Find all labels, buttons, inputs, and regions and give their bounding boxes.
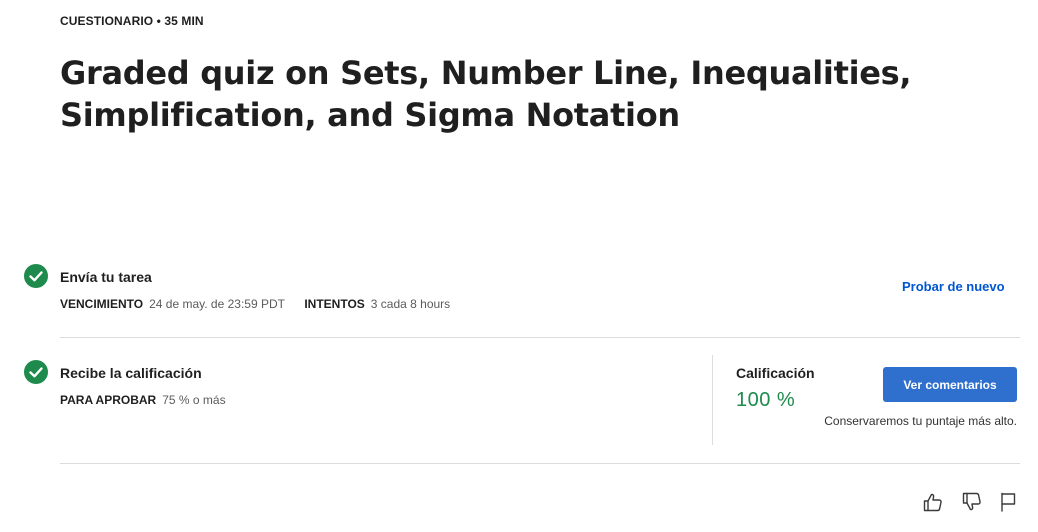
item-type-duration: CUESTIONARIO • 35 MIN — [60, 14, 204, 28]
check-circle-icon — [24, 360, 48, 384]
grade-label: Calificación — [736, 365, 815, 381]
retry-button[interactable]: Probar de nuevo — [902, 279, 1005, 294]
attempts-value: 3 cada 8 hours — [370, 297, 451, 311]
pass-label: PARA APROBAR — [60, 393, 157, 407]
attempts-label: INTENTOS — [304, 297, 365, 311]
section-divider — [60, 337, 1020, 338]
thumbs-up-icon[interactable] — [921, 490, 945, 514]
highest-score-note: Conservaremos tu puntaje más alto. — [824, 414, 1017, 428]
grade-section-title: Recibe la calificación — [60, 365, 202, 381]
thumbs-down-icon[interactable] — [960, 490, 984, 514]
pass-value: 75 % o más — [162, 393, 226, 407]
submit-section-title: Envía tu tarea — [60, 269, 152, 285]
vertical-divider — [712, 355, 713, 445]
section-divider — [60, 463, 1020, 464]
pass-meta: PARA APROBAR 75 % o más — [60, 393, 242, 407]
page-title: Graded quiz on Sets, Number Line, Inequa… — [60, 54, 912, 134]
flag-icon[interactable] — [997, 490, 1021, 514]
check-circle-icon — [24, 264, 48, 288]
due-label: VENCIMIENTO — [60, 297, 144, 311]
due-value: 24 de may. de 23:59 PDT — [149, 297, 285, 311]
view-feedback-button[interactable]: Ver comentarios — [883, 367, 1017, 402]
grade-value: 100 % — [736, 389, 796, 411]
submit-meta: VENCIMIENTO 24 de may. de 23:59 PDT INTEN… — [60, 297, 466, 311]
